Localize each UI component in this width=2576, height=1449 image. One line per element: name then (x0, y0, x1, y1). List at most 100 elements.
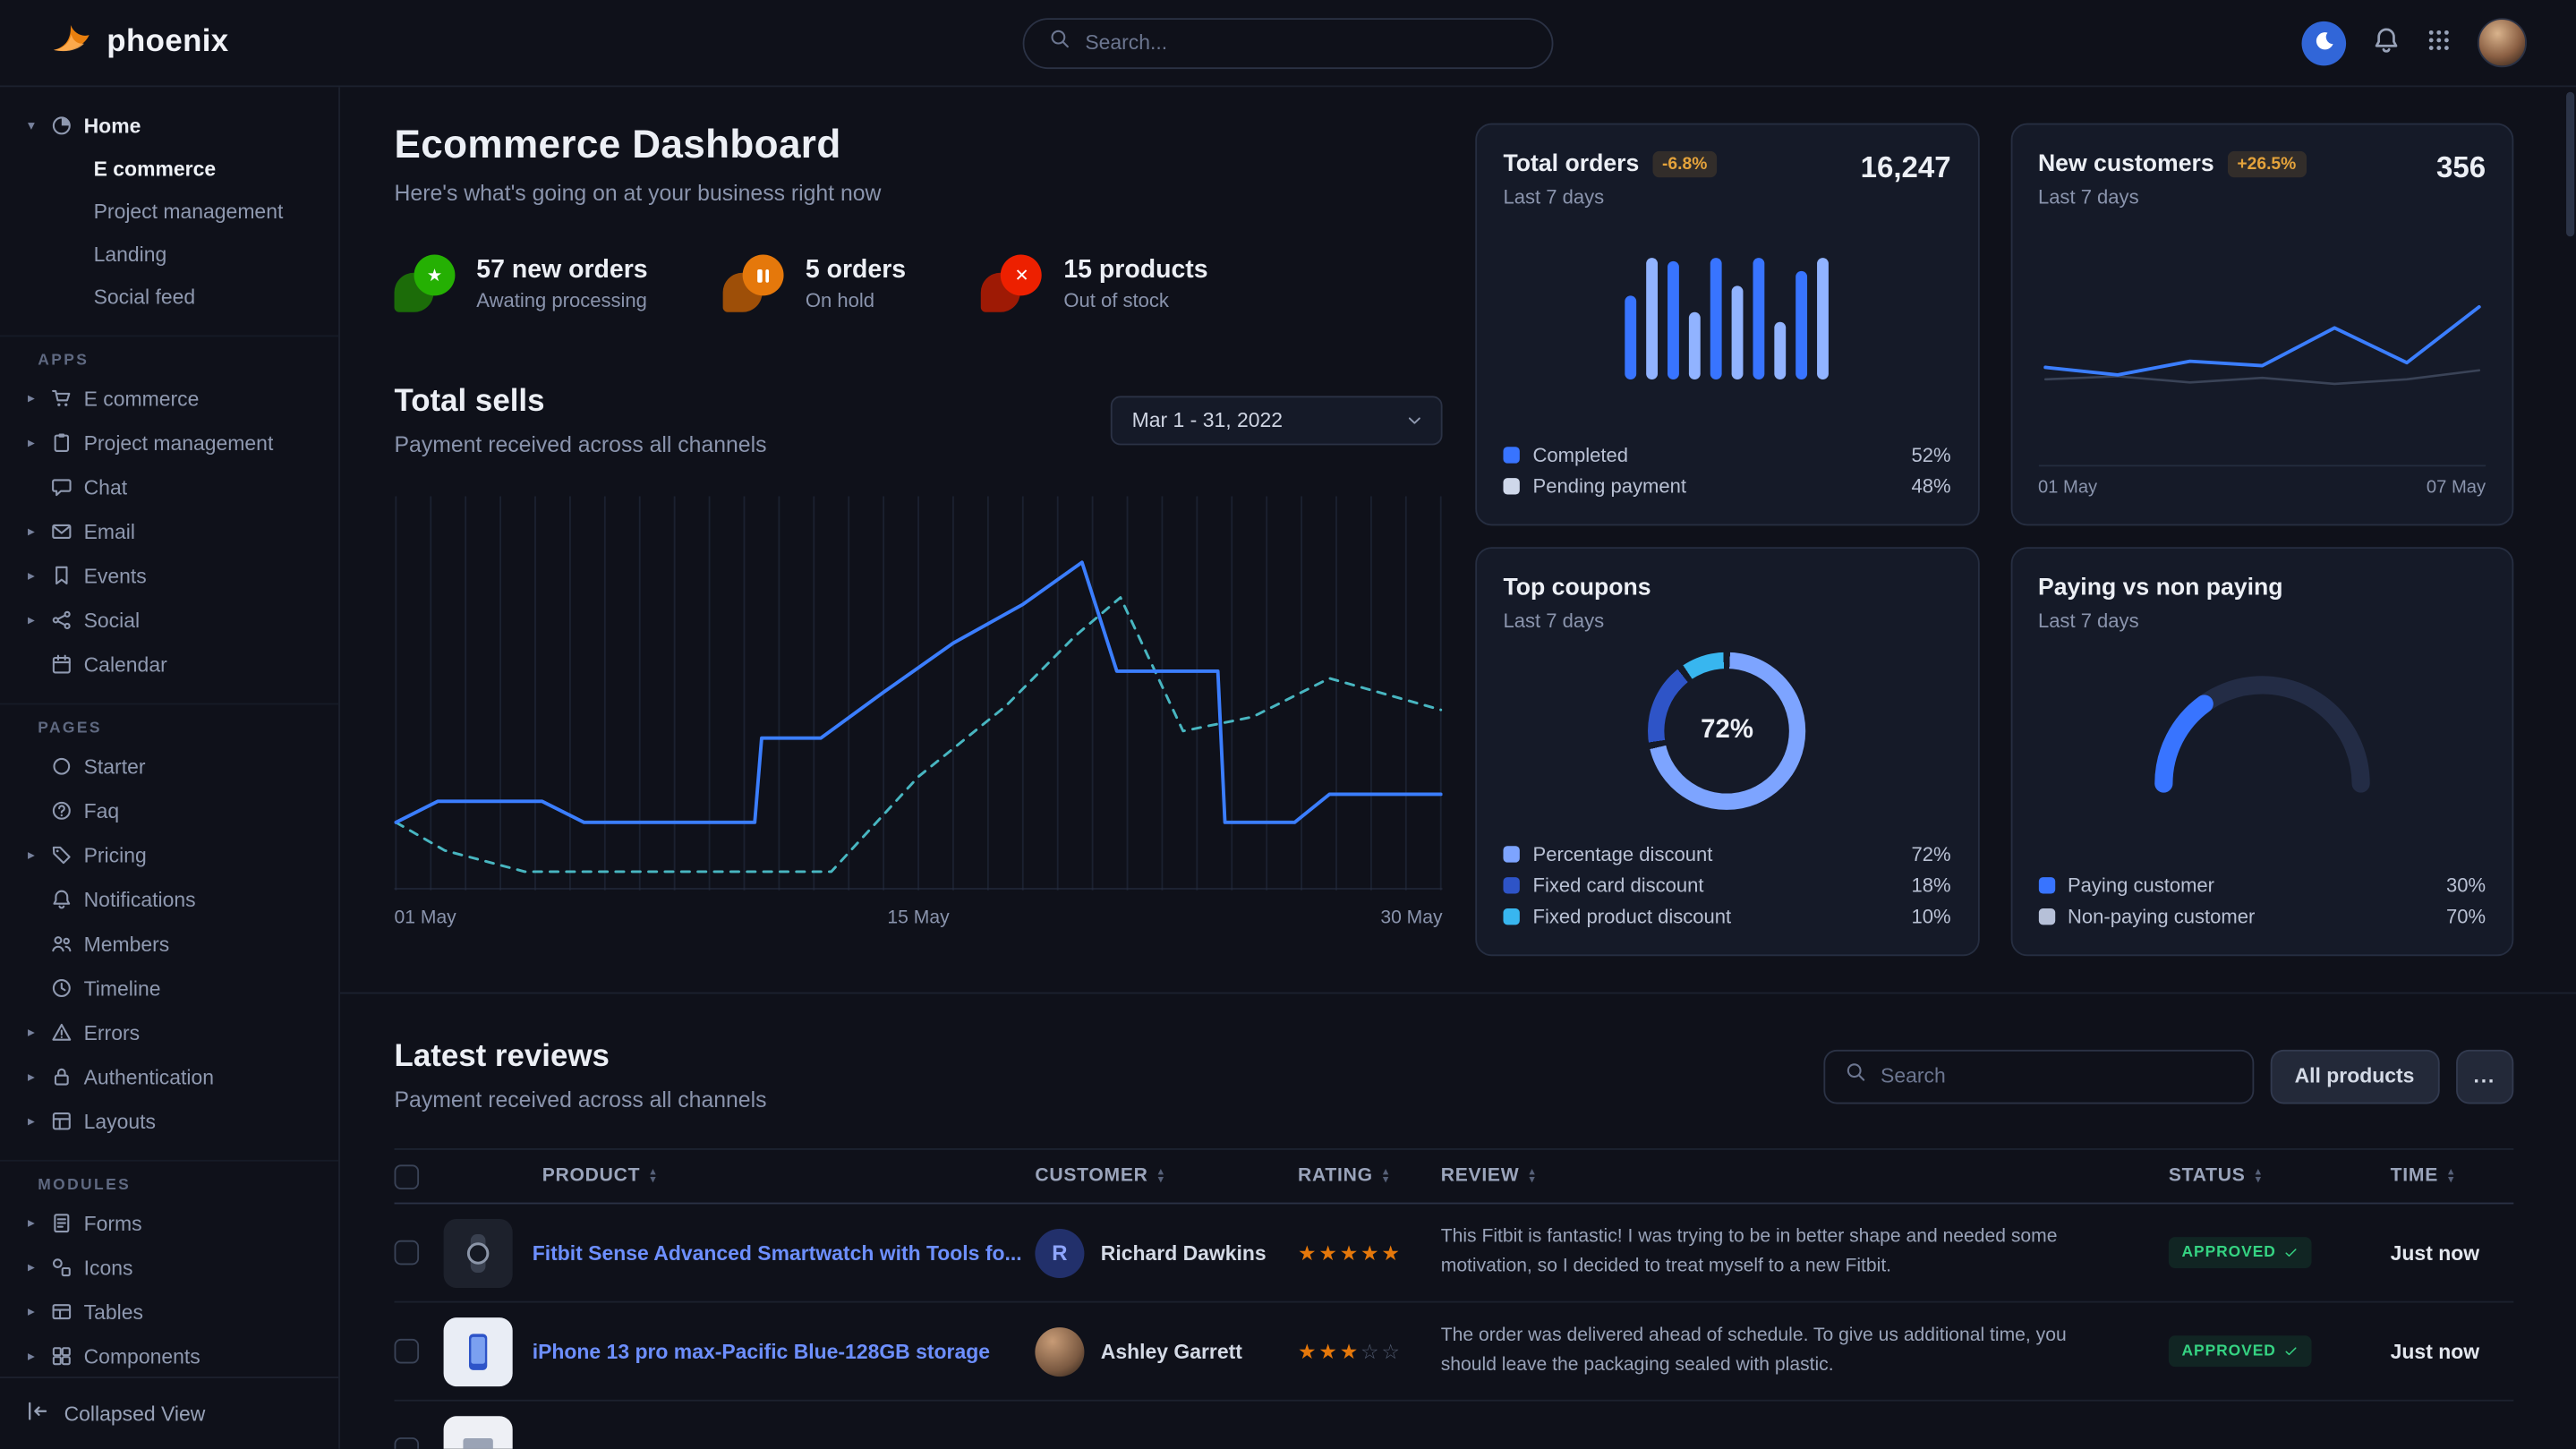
global-search[interactable] (1023, 17, 1554, 68)
column-header-rating[interactable]: RATING▴▾ (1298, 1166, 1441, 1186)
caret-icon: ▸ (23, 1303, 39, 1321)
row-checkbox[interactable] (395, 1339, 420, 1364)
date-range-select[interactable]: Mar 1 - 31, 2022 (1111, 396, 1443, 445)
page-title: Ecommerce Dashboard (395, 124, 1443, 169)
apps-grid-button[interactable] (2427, 28, 2452, 57)
user-avatar[interactable] (2478, 18, 2527, 67)
sort-icon[interactable]: ▴▾ (1383, 1167, 1389, 1185)
sidebar-item-home[interactable]: ▾Home (0, 104, 338, 149)
quick-stat-out-of-stock: ✕15 productsOut of stock (982, 255, 1208, 312)
warning-icon (51, 1022, 73, 1044)
legend-value: 70% (2446, 905, 2486, 928)
trend-badge: +26.5% (2227, 151, 2306, 177)
sidebar-item-project-management[interactable]: ▸Project management (0, 421, 338, 465)
sort-icon[interactable]: ▴▾ (1529, 1167, 1535, 1185)
more-options-button[interactable]: ... (2455, 1049, 2513, 1104)
navbar-actions (2302, 18, 2527, 67)
sidebar-item-faq[interactable]: Faq (0, 788, 338, 833)
legend-swatch (1503, 908, 1519, 925)
caret-icon: ▸ (23, 434, 39, 452)
notifications-button[interactable] (2372, 26, 2400, 59)
product-thumbnail[interactable] (444, 1415, 513, 1449)
sort-icon[interactable]: ▴▾ (1158, 1167, 1164, 1185)
apps-grid-icon (2427, 28, 2452, 57)
global-search-input[interactable] (1085, 31, 1527, 55)
sidebar-item-errors[interactable]: ▸Errors (0, 1010, 338, 1055)
column-header-product[interactable]: PRODUCT▴▾ (444, 1166, 1036, 1186)
product-thumbnail[interactable] (444, 1218, 513, 1287)
rating-stars: ★★★☆☆ (1298, 1339, 1403, 1364)
column-header-time[interactable]: TIME▴▾ (2391, 1166, 2514, 1186)
select-all-checkbox[interactable] (395, 1163, 420, 1189)
x-tick-label: 15 May (887, 908, 949, 928)
coupons-legend: Percentage discount72%Fixed card discoun… (1503, 843, 1950, 928)
sidebar-item-icons[interactable]: ▸Icons (0, 1245, 338, 1290)
sidebar-item-notifications[interactable]: Notifications (0, 877, 338, 922)
caret-icon: ▸ (23, 846, 39, 864)
sidebar-item-e-commerce[interactable]: ▸E commerce (0, 376, 338, 421)
flag-icon (51, 565, 73, 586)
column-header-customer[interactable]: CUSTOMER▴▾ (1035, 1166, 1298, 1186)
sidebar-item-starter[interactable]: Starter (0, 744, 338, 788)
reviews-title: Latest reviews (395, 1040, 767, 1076)
sidebar-item-social[interactable]: ▸Social (0, 598, 338, 643)
review-row[interactable]: iPhone 13 pro max-Pacific Blue-128GB sto… (395, 1303, 2514, 1402)
sidebar-item-timeline[interactable]: Timeline (0, 966, 338, 1010)
row-checkbox[interactable] (395, 1240, 420, 1266)
sidebar-item-tables[interactable]: ▸Tables (0, 1290, 338, 1334)
sort-icon[interactable]: ▴▾ (650, 1167, 656, 1185)
sidebar-item-landing[interactable]: Landing (0, 234, 338, 277)
total-sells-header: Total sells Payment received across all … (395, 385, 1443, 457)
product-link[interactable]: Fitbit Sense Advanced Smartwatch with To… (533, 1241, 1022, 1265)
app: phoenix ▾HomeE commerceProject managemen… (0, 0, 2576, 1449)
order-bar (1689, 312, 1701, 379)
review-time: Just now (2391, 1340, 2514, 1363)
brand[interactable]: phoenix (49, 20, 229, 65)
reviews-search-input[interactable] (1881, 1064, 2232, 1087)
sidebar-item-members[interactable]: Members (0, 922, 338, 967)
collapsed-view-toggle[interactable]: Collapsed View (0, 1377, 338, 1449)
question-icon (51, 800, 73, 822)
new-customers-x-axis: 01 May07 May (2038, 465, 2486, 498)
sort-icon[interactable]: ▴▾ (2448, 1167, 2454, 1185)
reviews-search[interactable] (1823, 1049, 2254, 1104)
legend-label: Pending payment (1533, 474, 1686, 498)
column-header-review[interactable]: REVIEW▴▾ (1441, 1166, 2169, 1186)
sidebar-item-authentication[interactable]: ▸Authentication (0, 1054, 338, 1099)
customer-avatar (1035, 1326, 1084, 1376)
sidebar-item-components[interactable]: ▸Components (0, 1334, 338, 1377)
scrollbar[interactable] (2566, 92, 2574, 237)
all-products-button[interactable]: All products (2270, 1049, 2439, 1104)
product-thumbnail[interactable] (444, 1317, 513, 1385)
row-checkbox[interactable] (395, 1437, 420, 1449)
legend-label: Paying customer (2068, 874, 2214, 897)
sidebar-item-chat[interactable]: Chat (0, 465, 338, 509)
theme-toggle-button[interactable] (2302, 21, 2347, 65)
legend-swatch (1503, 447, 1519, 463)
sidebar-item-events[interactable]: ▸Events (0, 554, 338, 599)
rating-stars: ★★★★★ (1298, 1240, 1403, 1266)
sidebar-item-layouts[interactable]: ▸Layouts (0, 1099, 338, 1144)
column-header-status[interactable]: STATUS▴▾ (2169, 1166, 2391, 1186)
sidebar-item-pricing[interactable]: ▸Pricing (0, 833, 338, 878)
total-orders-value: 16,247 (1861, 151, 1951, 186)
review-text: The order was delivered ahead of schedul… (1441, 1322, 2169, 1380)
bell-icon (2372, 26, 2400, 59)
tag-icon (51, 844, 73, 865)
bell-icon (51, 889, 73, 910)
sidebar-item-social-feed[interactable]: Social feed (0, 276, 338, 319)
review-row[interactable]: Fitbit Sense Advanced Smartwatch with To… (395, 1204, 2514, 1302)
sidebar-item-project-management[interactable]: Project management (0, 191, 338, 234)
sidebar-section-apps: APPS (0, 335, 338, 376)
sidebar-item-forms[interactable]: ▸Forms (0, 1201, 338, 1246)
sidebar-item-e-commerce[interactable]: E commerce (0, 148, 338, 191)
new-customers-card: New customers +26.5% Last 7 days 356 01 … (2010, 124, 2514, 526)
sidebar-item-email[interactable]: ▸Email (0, 509, 338, 554)
product-link[interactable]: iPhone 13 pro max-Pacific Blue-128GB sto… (533, 1340, 990, 1363)
search-icon (1049, 28, 1070, 57)
trend-badge: -6.8% (1652, 151, 1717, 177)
sort-icon[interactable]: ▴▾ (2256, 1167, 2262, 1185)
review-row[interactable] (395, 1402, 2514, 1449)
sidebar-item-calendar[interactable]: Calendar (0, 643, 338, 687)
coupons-legend-item: Percentage discount72% (1503, 843, 1950, 866)
